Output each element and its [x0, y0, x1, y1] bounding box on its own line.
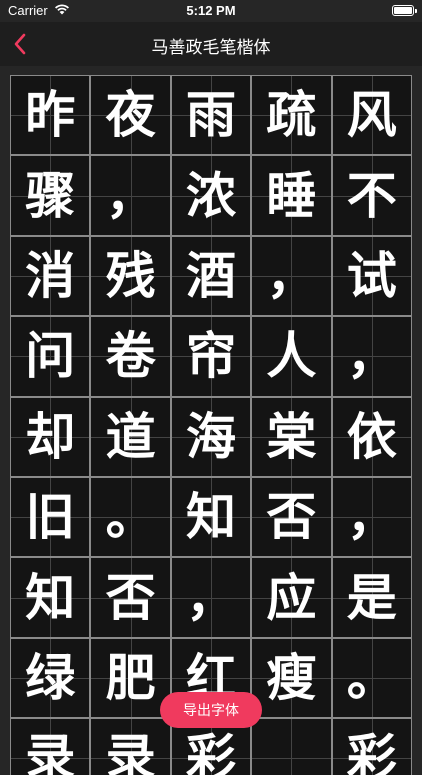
grid-cell: 肥	[90, 637, 171, 719]
status-time: 5:12 PM	[186, 3, 236, 18]
character-glyph: 绿	[25, 647, 76, 707]
character-glyph: 人	[266, 326, 317, 386]
grid-cell: 骤	[10, 155, 91, 236]
character-glyph: 肥	[105, 647, 156, 707]
grid-cell: 昨	[10, 75, 91, 156]
character-glyph: 帘	[185, 326, 236, 386]
grid-cell: 帘	[170, 316, 252, 397]
character-glyph: 却	[25, 406, 76, 466]
character-grid: 昨夜雨疏风骤，浓睡不消残酒，试问卷帘人，却道海棠依旧。知否，知否，应是绿肥红瘦。…	[10, 75, 412, 775]
grid-cell: 残	[90, 235, 171, 317]
character-glyph: 录	[105, 728, 156, 775]
grid-cell: ，	[90, 155, 171, 236]
character-glyph: 彩	[185, 728, 236, 775]
character-glyph: 睡	[266, 165, 317, 225]
character-glyph: ，	[105, 165, 156, 225]
grid-cell: 卷	[90, 316, 171, 397]
grid-cell: 。	[331, 637, 412, 719]
battery-fill	[394, 7, 412, 14]
character-glyph: 旧	[25, 487, 76, 547]
grid-cell: 。	[90, 476, 171, 558]
character-glyph: 消	[25, 245, 76, 305]
character-glyph: 酒	[185, 245, 236, 305]
grid-cell: 试	[331, 235, 412, 317]
grid-cell: 知	[10, 557, 91, 638]
character-glyph: 昨	[25, 85, 76, 145]
grid-cell: 依	[331, 396, 412, 477]
character-glyph: 残	[105, 245, 156, 305]
export-font-button[interactable]: 导出字体	[160, 692, 262, 728]
character-glyph: 彩	[346, 728, 397, 775]
grid-cell: 录	[10, 718, 91, 775]
battery-icon	[392, 5, 417, 16]
grid-cell: 绿	[10, 637, 91, 719]
character-glyph: ，	[346, 487, 397, 547]
grid-cell: 人	[251, 316, 332, 397]
character-glyph: 骤	[25, 165, 76, 225]
grid-cell: ，	[170, 557, 252, 638]
nav-bar: 马善政毛笔楷体	[0, 22, 422, 66]
character-glyph: 否	[266, 487, 317, 547]
grid-cell: 瘦	[251, 637, 332, 719]
grid-cell: 海	[170, 396, 252, 477]
grid-cell	[251, 718, 332, 775]
character-glyph: 。	[105, 487, 156, 547]
grid-cell: 酒	[170, 235, 252, 317]
grid-cell: 旧	[10, 476, 91, 558]
character-grid-container[interactable]: 昨夜雨疏风骤，浓睡不消残酒，试问卷帘人，却道海棠依旧。知否，知否，应是绿肥红瘦。…	[10, 75, 412, 775]
character-glyph: 知	[185, 487, 236, 547]
character-glyph: 。	[346, 647, 397, 707]
character-glyph: 风	[346, 85, 397, 145]
character-glyph: 知	[25, 567, 76, 627]
grid-cell: ，	[331, 476, 412, 558]
grid-cell: 道	[90, 396, 171, 477]
character-glyph: 不	[346, 165, 397, 225]
character-glyph: 道	[105, 406, 156, 466]
character-glyph: ，	[266, 245, 317, 305]
grid-cell: 却	[10, 396, 91, 477]
grid-cell: 否	[251, 476, 332, 558]
grid-cell: 夜	[90, 75, 171, 156]
character-glyph: ，	[185, 567, 236, 627]
character-glyph: 海	[185, 406, 236, 466]
grid-cell: 雨	[170, 75, 252, 156]
grid-cell: 否	[90, 557, 171, 638]
character-glyph: 雨	[185, 85, 236, 145]
grid-cell: 睡	[251, 155, 332, 236]
grid-cell: 问	[10, 316, 91, 397]
grid-cell: 浓	[170, 155, 252, 236]
character-glyph: 卷	[105, 326, 156, 386]
grid-cell: 应	[251, 557, 332, 638]
page-title: 马善政毛笔楷体	[151, 38, 271, 58]
grid-cell: ，	[251, 235, 332, 317]
character-glyph: 夜	[105, 85, 156, 145]
character-glyph: 否	[105, 567, 156, 627]
character-glyph: 试	[346, 245, 397, 305]
character-glyph: 是	[346, 567, 397, 627]
character-glyph: 疏	[266, 85, 317, 145]
character-glyph: 依	[346, 406, 397, 466]
grid-cell: 知	[170, 476, 252, 558]
character-glyph: 瘦	[266, 647, 317, 707]
grid-cell: 不	[331, 155, 412, 236]
character-glyph: 录	[25, 728, 76, 775]
character-glyph: 浓	[185, 165, 236, 225]
character-glyph: ，	[346, 326, 397, 386]
status-bar: Carrier 5:12 PM	[0, 0, 422, 22]
grid-cell: 风	[331, 75, 412, 156]
character-glyph: 应	[266, 567, 317, 627]
grid-cell: 录	[90, 718, 171, 775]
grid-cell: 是	[331, 557, 412, 638]
character-glyph: 问	[25, 326, 76, 386]
character-glyph: 棠	[266, 406, 317, 466]
grid-cell: 消	[10, 235, 91, 317]
grid-cell: 疏	[251, 75, 332, 156]
grid-cell: 彩	[331, 718, 412, 775]
grid-cell: ，	[331, 316, 412, 397]
grid-cell: 棠	[251, 396, 332, 477]
